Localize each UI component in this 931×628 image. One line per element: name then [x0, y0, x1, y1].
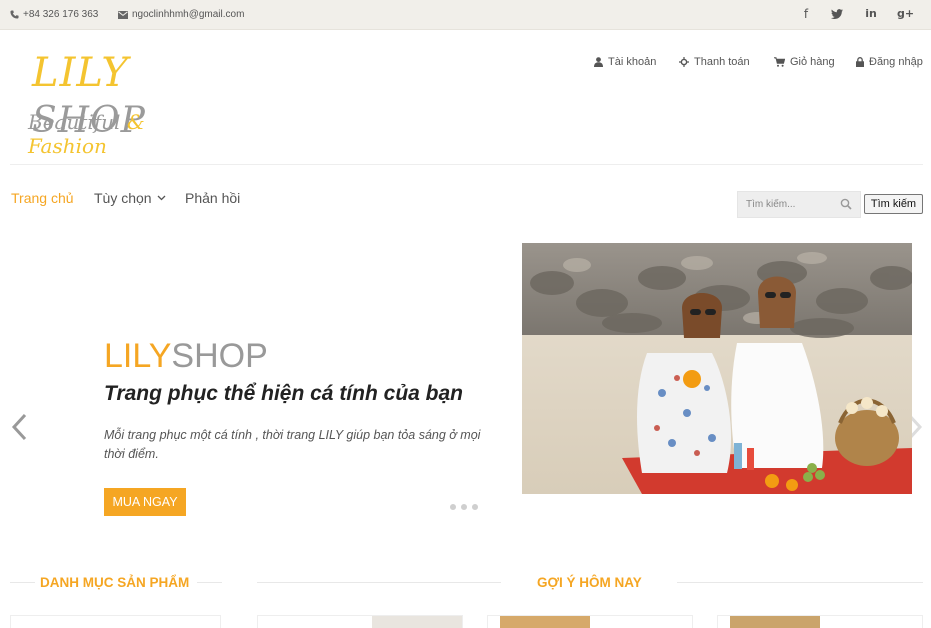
section-divider: [10, 582, 35, 583]
buy-now-button[interactable]: MUA NGAY: [104, 488, 186, 516]
lock-icon: [856, 57, 864, 67]
category-card[interactable]: [10, 615, 221, 628]
chevron-down-icon: [158, 195, 166, 201]
slider-prev-arrow[interactable]: [10, 412, 28, 442]
linkedin-icon[interactable]: in: [863, 7, 879, 20]
hero-brand-lily: LILY: [104, 337, 172, 375]
hero-title: Trang phục thể hiện cá tính của bạn: [104, 382, 463, 405]
nav-options[interactable]: Tùy chọn: [94, 190, 166, 206]
logo-lily: LILY: [32, 50, 129, 96]
facebook-icon[interactable]: f: [798, 7, 814, 21]
email-address: ngoclinhhmh@gmail.com: [132, 9, 245, 20]
search-input[interactable]: [738, 192, 838, 217]
login-label: Đăng nhập: [869, 56, 923, 68]
phone-icon: [10, 10, 19, 19]
slider-dot[interactable]: [472, 504, 478, 510]
logo-tagline: Beautiful & Fashion: [28, 110, 228, 158]
search-box: [737, 191, 861, 218]
product-card[interactable]: [487, 615, 693, 628]
site-logo[interactable]: LILY SHOP Beautiful & Fashion: [28, 50, 228, 158]
login-link[interactable]: Đăng nhập: [856, 56, 923, 68]
twitter-icon[interactable]: [829, 7, 845, 22]
envelope-icon: [118, 10, 128, 19]
phone-number: +84 326 176 363: [23, 9, 99, 20]
section-title-categories: DANH MỤC SẢN PHẨM: [40, 575, 190, 590]
hero-image: [522, 243, 912, 494]
logo-tagline-beautiful: Beautiful: [28, 110, 121, 134]
section-title-suggestions: GỢI Ý HÔM NAY: [537, 575, 642, 590]
cart-link[interactable]: Giỏ hàng: [774, 56, 835, 68]
search-icon[interactable]: [840, 198, 852, 210]
phone-contact: +84 326 176 363: [10, 9, 98, 20]
section-divider: [197, 582, 222, 583]
checkout-label: Thanh toán: [694, 56, 750, 68]
hero-description: Mỗi trang phục một cá tính , thời trang …: [104, 428, 481, 461]
top-bar: +84 326 176 363 ngoclinhhmh@gmail.com f …: [0, 0, 931, 30]
header-divider: [10, 164, 923, 165]
product-card[interactable]: [257, 615, 463, 628]
section-divider: [677, 582, 923, 583]
hero-brand-shop: SHOP: [171, 337, 268, 375]
account-link[interactable]: Tài khoản: [594, 56, 656, 68]
slider-dot[interactable]: [450, 504, 456, 510]
account-label: Tài khoản: [608, 56, 657, 68]
slider-dots: [450, 504, 478, 510]
nav-home[interactable]: Trang chủ: [11, 190, 74, 206]
nav-feedback[interactable]: Phản hồi: [185, 190, 240, 206]
section-divider: [257, 582, 501, 583]
hero-brand: LILYSHOP: [104, 337, 268, 376]
cart-label: Giỏ hàng: [790, 56, 835, 68]
crosshair-icon: [679, 57, 689, 67]
search-button[interactable]: Tìm kiếm: [864, 194, 923, 214]
nav-options-label: Tùy chọn: [94, 190, 152, 206]
google-plus-icon[interactable]: g+: [897, 7, 914, 20]
email-contact[interactable]: ngoclinhhmh@gmail.com: [118, 9, 244, 20]
product-card[interactable]: [717, 615, 923, 628]
cart-icon: [774, 57, 785, 67]
slider-dot[interactable]: [461, 504, 467, 510]
user-icon: [594, 57, 603, 67]
checkout-link[interactable]: Thanh toán: [679, 56, 750, 68]
